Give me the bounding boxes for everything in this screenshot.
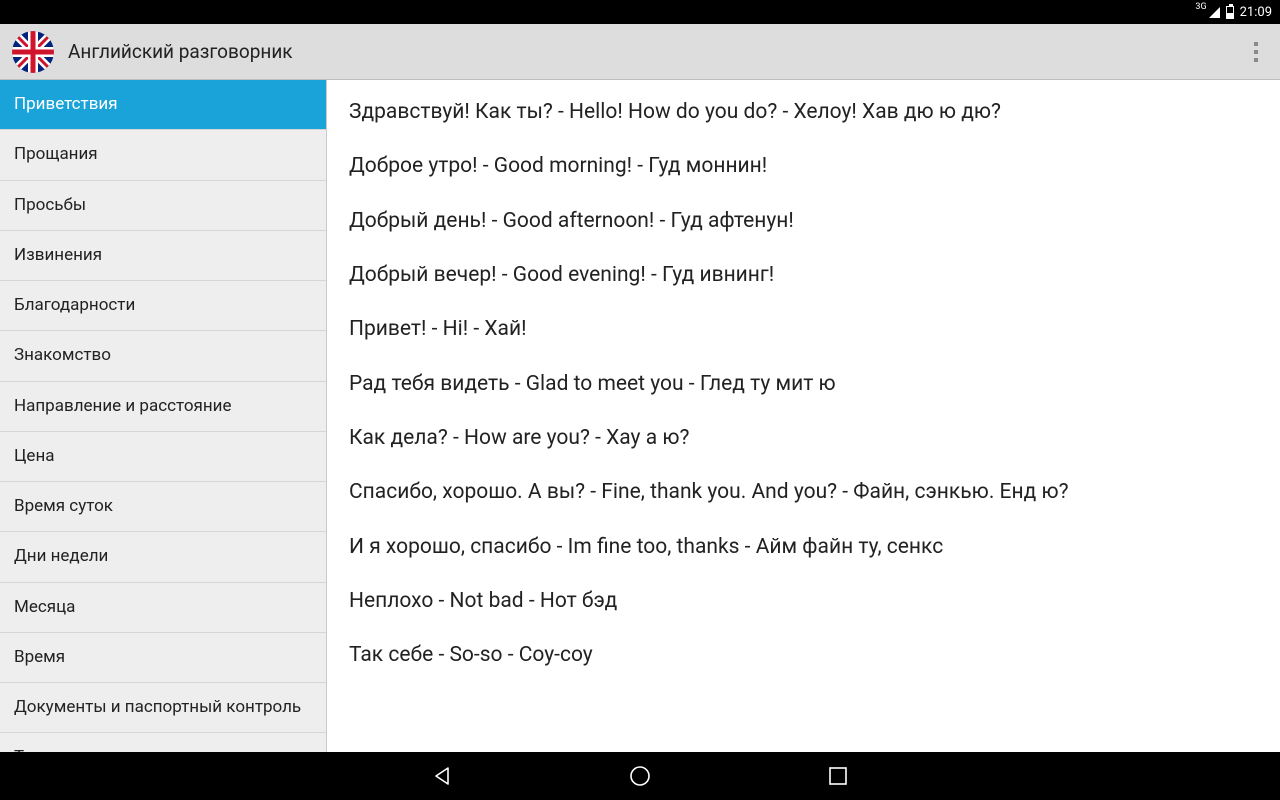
overflow-menu-button[interactable] xyxy=(1244,32,1268,72)
sidebar-item[interactable]: Таможня xyxy=(0,733,326,752)
navigation-bar xyxy=(0,752,1280,800)
sidebar-item[interactable]: Дни недели xyxy=(0,532,326,582)
phrase-item[interactable]: Рад тебя видеть - Glad to meet you - Гле… xyxy=(349,370,1258,398)
device-frame: 3G 21:09 Английский разговорник Прив xyxy=(0,0,1280,800)
recents-button[interactable] xyxy=(824,762,852,790)
battery-icon xyxy=(1226,6,1234,19)
sidebar-item[interactable]: Документы и паспортный контроль xyxy=(0,683,326,733)
phrase-item[interactable]: Привет! - Hi! - Хай! xyxy=(349,315,1258,343)
back-button[interactable] xyxy=(428,762,456,790)
phrase-item[interactable]: Так себе - So-so - Соу-соу xyxy=(349,641,1258,669)
phrase-item[interactable]: Здравствуй! Как ты? - Hello! How do you … xyxy=(349,98,1258,126)
sidebar-item[interactable]: Время xyxy=(0,633,326,683)
content-area: ПриветствияПрощанияПросьбыИзвиненияБлаго… xyxy=(0,80,1280,752)
status-bar: 3G 21:09 xyxy=(0,0,1280,24)
phrase-item[interactable]: И я хорошо, спасибо - Im fine too, thank… xyxy=(349,533,1258,561)
phrase-item[interactable]: Неплохо - Not bad - Нот бэд xyxy=(349,587,1258,615)
home-button[interactable] xyxy=(626,762,654,790)
phrase-item[interactable]: Спасибо, хорошо. А вы? - Fine, thank you… xyxy=(349,478,1258,506)
app-title: Английский разговорник xyxy=(68,40,293,63)
sidebar-item[interactable]: Время суток xyxy=(0,482,326,532)
sidebar-item[interactable]: Направление и расстояние xyxy=(0,382,326,432)
phrase-item[interactable]: Добрый вечер! - Good evening! - Гуд ивни… xyxy=(349,261,1258,289)
sidebar-item[interactable]: Прощания xyxy=(0,130,326,180)
sidebar-item[interactable]: Месяца xyxy=(0,583,326,633)
phrase-item[interactable]: Добрый день! - Good afternoon! - Гуд афт… xyxy=(349,207,1258,235)
sidebar-item[interactable]: Извинения xyxy=(0,231,326,281)
sidebar-item[interactable]: Приветствия xyxy=(0,80,326,130)
network-label: 3G xyxy=(1195,2,1206,12)
sidebar-item[interactable]: Цена xyxy=(0,432,326,482)
phrase-item[interactable]: Как дела? - How are you? - Хау а ю? xyxy=(349,424,1258,452)
sidebar-item[interactable]: Просьбы xyxy=(0,181,326,231)
uk-flag-icon xyxy=(12,31,54,73)
sidebar-item[interactable]: Благодарности xyxy=(0,281,326,331)
clock: 21:09 xyxy=(1240,5,1272,20)
phrase-item[interactable]: Доброе утро! - Good morning! - Гуд монни… xyxy=(349,152,1258,180)
category-sidebar: ПриветствияПрощанияПросьбыИзвиненияБлаго… xyxy=(0,80,327,752)
signal-icon xyxy=(1209,7,1220,18)
phrase-list[interactable]: Здравствуй! Как ты? - Hello! How do you … xyxy=(327,80,1280,752)
sidebar-item[interactable]: Знакомство xyxy=(0,331,326,381)
app-bar: Английский разговорник xyxy=(0,24,1280,80)
